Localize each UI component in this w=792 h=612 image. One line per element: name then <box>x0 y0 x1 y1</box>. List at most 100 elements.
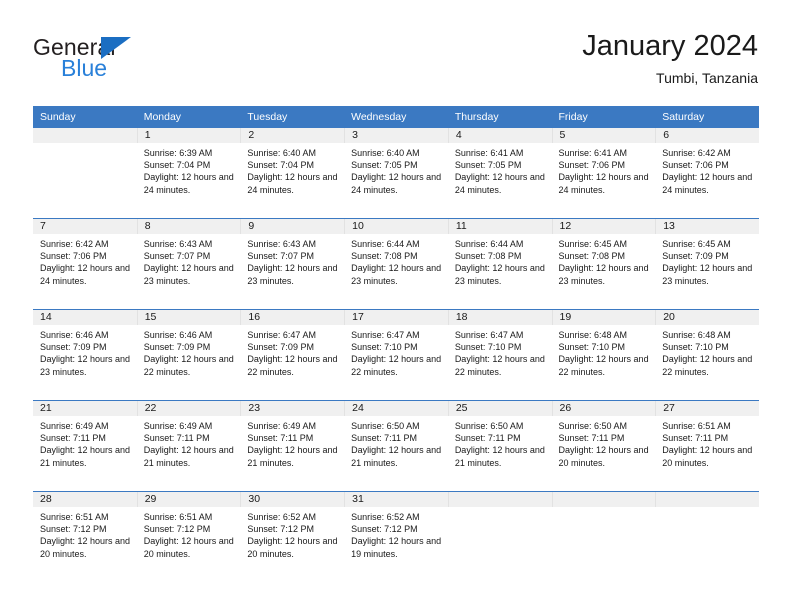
calendar-day-cell[interactable]: 17 Sunrise: 6:47 AM Sunset: 7:10 PM Dayligh… <box>344 310 448 401</box>
daylight-text: Daylight: 12 hours and 24 minutes. <box>454 172 545 195</box>
calendar-day-cell[interactable]: 9 Sunrise: 6:43 AM Sunset: 7:07 PM Daylight… <box>240 219 345 310</box>
sunrise-text: Sunrise: 6:47 AM <box>454 330 524 340</box>
day-number-band: 8 <box>136 219 241 234</box>
calendar-day-cell[interactable]: 30 Sunrise: 6:52 AM Sunset: 7:12 PM Dayligh… <box>240 492 345 583</box>
day-cell-inner: 17 Sunrise: 6:47 AM Sunset: 7:10 PM Dayligh… <box>344 310 448 400</box>
sunset-text: Sunset: 7:06 PM <box>662 160 729 171</box>
day-details: Sunrise: 6:49 AM Sunset: 7:11 PM Daylight:… <box>33 416 137 469</box>
daylight-text: Daylight: 12 hours and 23 minutes. <box>351 263 442 286</box>
day-number-band: 25 <box>447 401 552 416</box>
calendar-day-cell[interactable]: 28 Sunrise: 6:51 AM Sunset: 7:12 PM Dayligh… <box>33 492 137 583</box>
sunset-text: Sunset: 7:07 PM <box>143 251 211 262</box>
calendar-cell-empty <box>447 492 552 583</box>
sunset-text: Sunset: 7:10 PM <box>662 342 729 353</box>
calendar-day-cell[interactable]: 26 Sunrise: 6:50 AM Sunset: 7:11 PM Dayligh… <box>551 401 656 492</box>
calendar-day-cell[interactable]: 10 Sunrise: 6:44 AM Sunset: 7:08 PM Dayligh… <box>344 219 448 310</box>
day-number: 7 <box>40 220 46 232</box>
daylight-text: Daylight: 12 hours and 21 minutes. <box>454 445 545 468</box>
calendar-day-cell[interactable]: 4 Sunrise: 6:41 AM Sunset: 7:05 PM Daylight… <box>447 128 552 219</box>
calendar-day-cell[interactable]: 27 Sunrise: 6:51 AM Sunset: 7:11 PM Dayligh… <box>655 401 759 492</box>
calendar-day-cell[interactable]: 19 Sunrise: 6:48 AM Sunset: 7:10 PM Dayligh… <box>551 310 656 401</box>
calendar-page: General Blue January 2024 Tumbi, Tanzani… <box>0 0 792 612</box>
day-number-band: 20 <box>655 310 759 325</box>
sunset-text: Sunset: 7:10 PM <box>454 342 522 353</box>
day-number: 2 <box>248 129 255 141</box>
day-cell-inner <box>655 492 759 582</box>
day-number-band <box>551 492 656 507</box>
calendar-day-cell[interactable]: 24 Sunrise: 6:50 AM Sunset: 7:11 PM Dayligh… <box>344 401 448 492</box>
calendar-day-cell[interactable]: 1 Sunrise: 6:39 AM Sunset: 7:04 PM Daylight… <box>136 128 241 219</box>
calendar-day-cell[interactable]: 18 Sunrise: 6:47 AM Sunset: 7:10 PM Dayligh… <box>447 310 552 401</box>
day-details: Sunrise: 6:40 AM Sunset: 7:04 PM Daylight:… <box>240 143 344 196</box>
sunset-text: Sunset: 7:11 PM <box>454 433 521 444</box>
daylight-text: Daylight: 12 hours and 24 minutes. <box>143 172 234 195</box>
sunrise-text: Sunrise: 6:51 AM <box>662 421 731 431</box>
day-number: 15 <box>144 311 157 323</box>
daylight-text: Daylight: 12 hours and 24 minutes. <box>40 263 131 286</box>
calendar-day-cell[interactable]: 2 Sunrise: 6:40 AM Sunset: 7:04 PM Daylight… <box>240 128 345 219</box>
day-number-band: 31 <box>344 492 448 507</box>
day-number: 14 <box>40 311 52 323</box>
daylight-text: Daylight: 12 hours and 23 minutes. <box>454 263 545 286</box>
calendar-day-cell[interactable]: 31 Sunrise: 6:52 AM Sunset: 7:12 PM Dayligh… <box>344 492 448 583</box>
calendar-day-cell[interactable]: 20 Sunrise: 6:48 AM Sunset: 7:10 PM Dayligh… <box>655 310 759 401</box>
calendar-day-cell[interactable]: 3 Sunrise: 6:40 AM Sunset: 7:05 PM Daylight… <box>344 128 448 219</box>
sunset-text: Sunset: 7:11 PM <box>247 433 314 444</box>
day-cell-inner: 29 Sunrise: 6:51 AM Sunset: 7:12 PM Dayligh… <box>136 492 241 582</box>
sunset-text: Sunset: 7:06 PM <box>558 160 626 171</box>
calendar-day-cell[interactable]: 6 Sunrise: 6:42 AM Sunset: 7:06 PM Daylight… <box>655 128 759 219</box>
day-cell-inner: 5 Sunrise: 6:41 AM Sunset: 7:06 PM Daylight… <box>551 128 656 218</box>
day-cell-inner: 18 Sunrise: 6:47 AM Sunset: 7:10 PM Dayligh… <box>447 310 552 400</box>
page-title: January 2024 <box>582 30 758 62</box>
sunrise-text: Sunrise: 6:48 AM <box>558 330 628 340</box>
day-number-band: 6 <box>655 128 759 143</box>
daylight-text: Daylight: 12 hours and 23 minutes. <box>143 263 234 286</box>
calendar-day-cell[interactable]: 5 Sunrise: 6:41 AM Sunset: 7:06 PM Daylight… <box>551 128 656 219</box>
day-cell-inner: 10 Sunrise: 6:44 AM Sunset: 7:08 PM Dayligh… <box>344 219 448 309</box>
daylight-text: Daylight: 12 hours and 22 minutes. <box>454 354 545 377</box>
day-details: Sunrise: 6:42 AM Sunset: 7:06 PM Daylight:… <box>33 234 137 287</box>
calendar-day-cell[interactable]: 16 Sunrise: 6:47 AM Sunset: 7:09 PM Dayligh… <box>240 310 345 401</box>
sunrise-text: Sunrise: 6:42 AM <box>40 239 109 249</box>
daylight-text: Daylight: 12 hours and 22 minutes. <box>662 354 753 377</box>
day-number-band: 24 <box>344 401 448 416</box>
calendar-day-cell[interactable]: 21 Sunrise: 6:49 AM Sunset: 7:11 PM Dayligh… <box>33 401 137 492</box>
daylight-text: Daylight: 12 hours and 21 minutes. <box>143 445 234 468</box>
calendar-day-cell[interactable]: 29 Sunrise: 6:51 AM Sunset: 7:12 PM Dayligh… <box>136 492 241 583</box>
calendar-day-cell[interactable]: 13 Sunrise: 6:45 AM Sunset: 7:09 PM Dayligh… <box>655 219 759 310</box>
calendar-day-cell[interactable]: 15 Sunrise: 6:46 AM Sunset: 7:09 PM Dayligh… <box>136 310 241 401</box>
calendar-day-cell[interactable]: 25 Sunrise: 6:50 AM Sunset: 7:11 PM Dayligh… <box>447 401 552 492</box>
day-number: 20 <box>663 311 675 323</box>
calendar-day-cell[interactable]: 22 Sunrise: 6:49 AM Sunset: 7:11 PM Dayligh… <box>136 401 241 492</box>
day-number: 19 <box>559 311 572 323</box>
sunset-text: Sunset: 7:11 PM <box>662 433 729 444</box>
general-blue-logo[interactable]: General Blue <box>33 34 193 86</box>
sunrise-text: Sunrise: 6:47 AM <box>247 330 316 340</box>
calendar-day-cell[interactable]: 14 Sunrise: 6:46 AM Sunset: 7:09 PM Dayligh… <box>33 310 137 401</box>
daylight-text: Daylight: 12 hours and 20 minutes. <box>247 536 338 559</box>
sunset-text: Sunset: 7:08 PM <box>351 251 418 262</box>
sunset-text: Sunset: 7:09 PM <box>40 342 107 353</box>
day-number: 8 <box>144 220 151 232</box>
day-details: Sunrise: 6:51 AM Sunset: 7:12 PM Daylight:… <box>137 507 241 560</box>
day-details: Sunrise: 6:45 AM Sunset: 7:08 PM Daylight:… <box>552 234 656 287</box>
calendar-day-cell[interactable]: 7 Sunrise: 6:42 AM Sunset: 7:06 PM Daylight… <box>33 219 137 310</box>
calendar-day-cell[interactable]: 11 Sunrise: 6:44 AM Sunset: 7:08 PM Dayligh… <box>447 219 552 310</box>
day-number: 5 <box>559 129 566 141</box>
day-number: 10 <box>352 220 364 232</box>
day-number: 25 <box>455 402 468 414</box>
day-number-band: 27 <box>655 401 759 416</box>
day-number-band: 19 <box>551 310 656 325</box>
day-number-band: 29 <box>136 492 241 507</box>
day-number-band: 30 <box>240 492 345 507</box>
day-cell-inner: 27 Sunrise: 6:51 AM Sunset: 7:11 PM Dayligh… <box>655 401 759 491</box>
calendar-table: Sunday Monday Tuesday Wednesday Thursday Frid… <box>33 106 759 582</box>
calendar-day-cell[interactable]: 23 Sunrise: 6:49 AM Sunset: 7:11 PM Dayligh… <box>240 401 345 492</box>
calendar-day-cell[interactable]: 8 Sunrise: 6:43 AM Sunset: 7:07 PM Daylight… <box>136 219 241 310</box>
day-number: 31 <box>352 493 364 505</box>
day-cell-inner: 3 Sunrise: 6:40 AM Sunset: 7:05 PM Daylight… <box>344 128 448 218</box>
day-cell-inner: 13 Sunrise: 6:45 AM Sunset: 7:09 PM Dayligh… <box>655 219 759 309</box>
calendar-day-cell[interactable]: 12 Sunrise: 6:45 AM Sunset: 7:08 PM Dayligh… <box>551 219 656 310</box>
sunrise-text: Sunrise: 6:40 AM <box>247 148 316 158</box>
daylight-text: Daylight: 12 hours and 23 minutes. <box>662 263 753 286</box>
